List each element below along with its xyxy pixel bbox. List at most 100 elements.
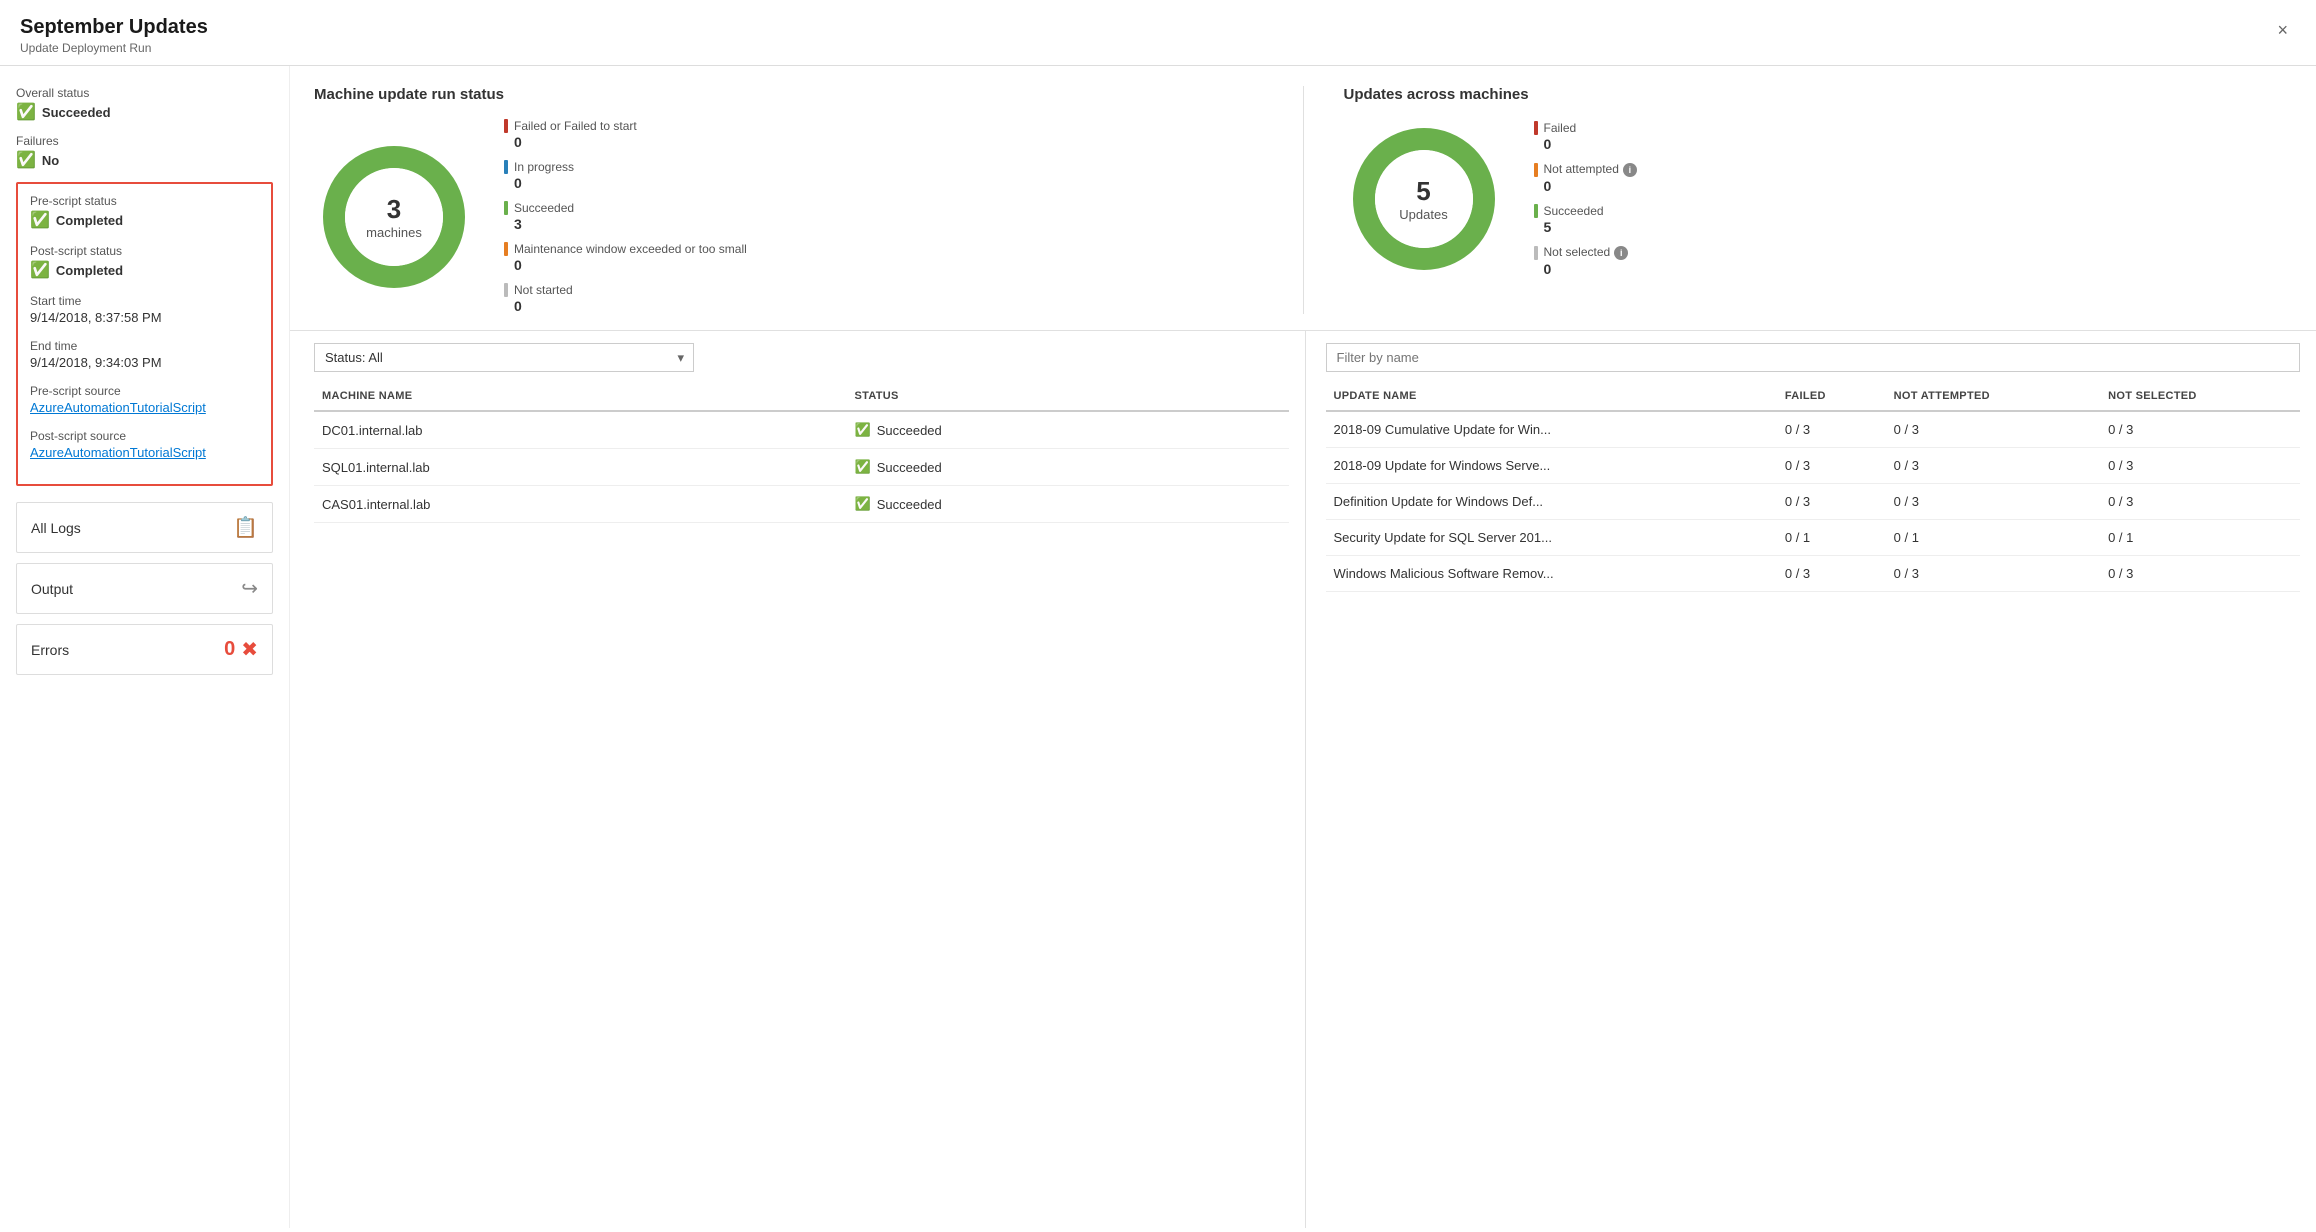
machine-legend-item: Not started 0	[504, 283, 747, 314]
legend-name: Maintenance window exceeded or too small	[514, 242, 747, 256]
legend-color-bar	[1534, 163, 1538, 177]
tables-row: Status: All Succeeded Failed In progress…	[290, 330, 2316, 1228]
prescript-status-text: Completed	[56, 213, 123, 228]
table-row: Windows Malicious Software Remov... 0 / …	[1326, 556, 2301, 592]
legend-value: 0	[514, 175, 747, 191]
updates-chart-section: Updates across machines 5 Updates	[1344, 86, 2293, 314]
no-failures-icon: ✅	[16, 150, 36, 170]
update-name-header: UPDATE NAME	[1326, 382, 1777, 411]
update-name-cell: Definition Update for Windows Def...	[1326, 484, 1777, 520]
update-name-cell: 2018-09 Update for Windows Serve...	[1326, 448, 1777, 484]
machine-table: MACHINE NAME STATUS DC01.internal.lab ✅ …	[314, 382, 1289, 523]
machine-name-cell: SQL01.internal.lab	[314, 449, 847, 486]
failed-cell: 0 / 3	[1777, 556, 1886, 592]
info-icon[interactable]: i	[1623, 163, 1637, 177]
status-filter-select[interactable]: Status: All Succeeded Failed In progress	[314, 343, 694, 372]
succeeded-badge: ✅ Succeeded	[855, 496, 1281, 512]
all-logs-item[interactable]: All Logs 📋	[16, 502, 273, 553]
updates-legend: Failed 0 Not attemptedi 0 Succeeded 5 No…	[1534, 121, 1637, 277]
check-icon: ✅	[16, 102, 36, 122]
failed-cell: 0 / 3	[1777, 484, 1886, 520]
table-row: Definition Update for Windows Def... 0 /…	[1326, 484, 2301, 520]
updates-chart-container: 5 Updates Failed 0 Not attemptedi 0 Succ…	[1344, 119, 2293, 279]
modal-subtitle: Update Deployment Run	[20, 41, 208, 55]
machine-table-scroll: MACHINE NAME STATUS DC01.internal.lab ✅ …	[314, 382, 1289, 1228]
postscript-check-icon: ✅	[30, 260, 50, 280]
legend-value: 0	[1544, 261, 1637, 277]
not-attempted-cell: 0 / 3	[1886, 556, 2100, 592]
machine-table-header: MACHINE NAME STATUS	[314, 382, 1289, 411]
machine-name-cell: CAS01.internal.lab	[314, 486, 847, 523]
machine-legend: Failed or Failed to start 0 In progress …	[504, 119, 747, 314]
legend-color-bar	[1534, 246, 1538, 260]
updates-filter-input[interactable]	[1326, 343, 2301, 372]
updates-donut-svg	[1344, 119, 1504, 279]
failed-cell: 0 / 3	[1777, 448, 1886, 484]
machine-chart-container: 3 machines Failed or Failed to start 0 I…	[314, 119, 1263, 314]
legend-name: Succeeded	[514, 201, 574, 215]
overall-status-value: ✅ Succeeded	[16, 102, 273, 122]
table-row: CAS01.internal.lab ✅ Succeeded	[314, 486, 1289, 523]
all-logs-icon: 📋	[233, 515, 258, 540]
postscript-status-text: Completed	[56, 263, 123, 278]
updates-table-section: UPDATE NAME FAILED NOT ATTEMPTED NOT SEL…	[1305, 331, 2316, 1228]
all-logs-label: All Logs	[31, 520, 81, 536]
succeeded-icon: ✅	[855, 459, 871, 475]
prescript-source-block: Pre-script source AzureAutomationTutoria…	[30, 384, 259, 415]
not-selected-cell: 0 / 3	[2100, 411, 2300, 448]
machine-legend-item: Maintenance window exceeded or too small…	[504, 242, 747, 273]
machine-status-cell: ✅ Succeeded	[847, 486, 1289, 523]
machine-filter-bar: Status: All Succeeded Failed In progress	[314, 343, 1289, 372]
succeeded-icon: ✅	[855, 496, 871, 512]
modal-title: September Updates	[20, 16, 208, 39]
status-select-wrap: Status: All Succeeded Failed In progress	[314, 343, 694, 372]
legend-value: 0	[514, 298, 747, 314]
start-time-label: Start time	[30, 294, 259, 308]
legend-name: Failed or Failed to start	[514, 119, 637, 133]
errors-item[interactable]: Errors 0 ✖	[16, 624, 273, 675]
legend-name: In progress	[514, 160, 574, 174]
overall-status-section: Overall status ✅ Succeeded	[16, 86, 273, 122]
left-panel: Overall status ✅ Succeeded Failures ✅ No…	[0, 66, 290, 1228]
output-icon: ↪	[241, 576, 258, 601]
not-attempted-header: NOT ATTEMPTED	[1886, 382, 2100, 411]
output-item[interactable]: Output ↪	[16, 563, 273, 614]
failed-cell: 0 / 3	[1777, 411, 1886, 448]
updates-filter-bar	[1326, 343, 2301, 372]
updates-table-scroll: UPDATE NAME FAILED NOT ATTEMPTED NOT SEL…	[1326, 382, 2301, 1228]
postscript-source-block: Post-script source AzureAutomationTutori…	[30, 429, 259, 460]
errors-count: 0	[224, 638, 235, 661]
prescript-status-block: Pre-script status ✅ Completed	[30, 194, 259, 230]
updates-legend-item: Succeeded 5	[1534, 204, 1637, 235]
legend-color-bar	[504, 242, 508, 256]
legend-name: Not selectedi	[1544, 245, 1629, 260]
legend-color-bar	[504, 160, 508, 174]
overall-status-text: Succeeded	[42, 105, 111, 120]
end-time-value: 9/14/2018, 9:34:03 PM	[30, 355, 259, 370]
prescript-source-link[interactable]: AzureAutomationTutorialScript	[30, 400, 259, 415]
failures-label: Failures	[16, 134, 273, 148]
charts-divider	[1303, 86, 1304, 314]
legend-value: 0	[514, 257, 747, 273]
machine-table-section: Status: All Succeeded Failed In progress…	[290, 331, 1305, 1228]
prescript-status-label: Pre-script status	[30, 194, 259, 208]
machine-legend-item: Failed or Failed to start 0	[504, 119, 747, 150]
updates-legend-item: Not attemptedi 0	[1534, 162, 1637, 194]
not-selected-cell: 0 / 3	[2100, 448, 2300, 484]
machine-status-cell: ✅ Succeeded	[847, 449, 1289, 486]
postscript-source-link[interactable]: AzureAutomationTutorialScript	[30, 445, 259, 460]
prescript-source-label: Pre-script source	[30, 384, 259, 398]
machine-donut: 3 machines	[314, 137, 474, 297]
legend-color-bar	[504, 283, 508, 297]
legend-color-bar	[1534, 204, 1538, 218]
legend-value: 5	[1544, 219, 1637, 235]
start-time-block: Start time 9/14/2018, 8:37:58 PM	[30, 294, 259, 325]
failed-header: FAILED	[1777, 382, 1886, 411]
postscript-status-label: Post-script status	[30, 244, 259, 258]
info-icon[interactable]: i	[1614, 246, 1628, 260]
errors-icon: ✖	[241, 637, 258, 662]
close-button[interactable]: ×	[2269, 16, 2296, 45]
modal-body: Overall status ✅ Succeeded Failures ✅ No…	[0, 66, 2316, 1228]
overall-status-label: Overall status	[16, 86, 273, 100]
failures-value: ✅ No	[16, 150, 273, 170]
